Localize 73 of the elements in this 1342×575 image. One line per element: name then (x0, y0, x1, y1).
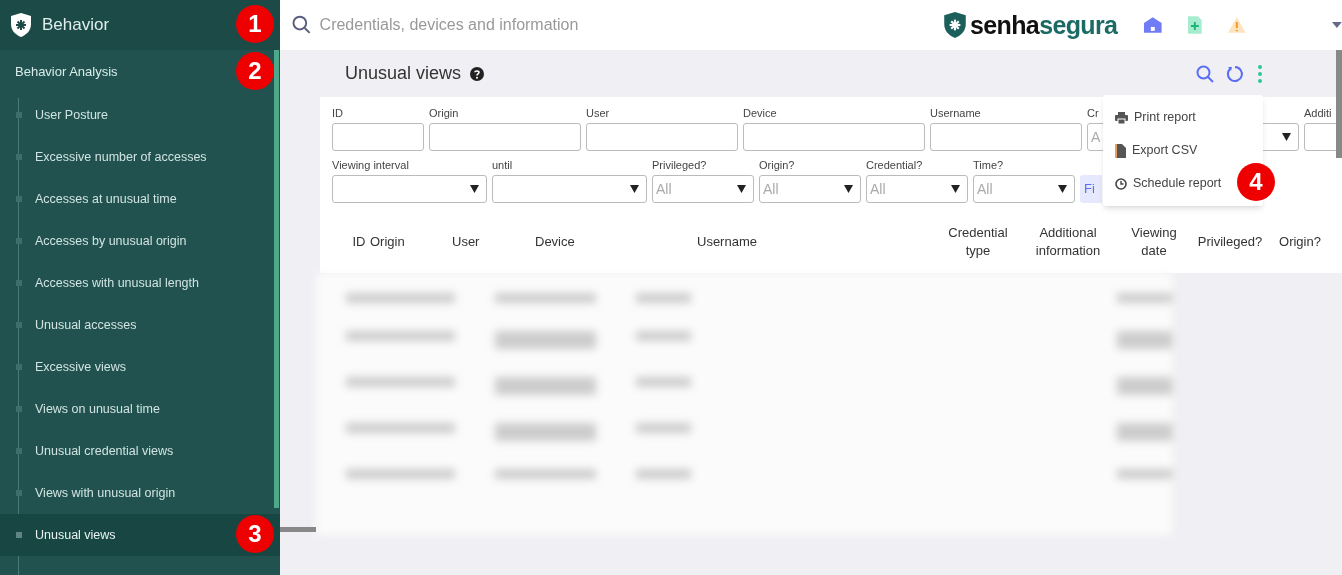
input-field[interactable] (743, 123, 925, 151)
column-header[interactable]: Origin? (1270, 233, 1330, 251)
field-label: Privileged? (652, 158, 707, 172)
sidebar-item[interactable]: Views on unusual time (0, 388, 280, 430)
clock-icon (1115, 177, 1127, 190)
sidebar-item[interactable]: User Posture (0, 94, 280, 136)
app-title: Behavior (42, 14, 110, 37)
add-file-icon[interactable] (1186, 15, 1203, 35)
help-icon[interactable] (470, 66, 485, 81)
field-label: Cr (1087, 106, 1099, 120)
column-header[interactable]: User (452, 233, 535, 251)
file-icon (1115, 143, 1126, 158)
field-label: Username (930, 106, 981, 120)
field-label: ID (332, 106, 343, 120)
caret-icon (1058, 185, 1067, 193)
sidebar-item[interactable]: Excessive number of accesses (0, 136, 280, 178)
caret-icon (470, 185, 479, 193)
sidebar-section[interactable]: Behavior Analysis (15, 62, 118, 82)
caret-icon (844, 185, 853, 193)
field-label: Credential? (866, 158, 923, 172)
warning-icon[interactable] (1226, 16, 1247, 34)
caret-icon (630, 185, 639, 193)
field-label: until (492, 158, 513, 172)
field-label: Time? (973, 158, 1004, 172)
input-field[interactable] (429, 123, 581, 151)
column-header[interactable]: Username (697, 233, 938, 251)
sidebar-item[interactable]: Accesses at unusual time (0, 178, 280, 220)
field-label: Origin (429, 106, 459, 120)
input-field[interactable] (930, 123, 1082, 151)
scrollbar[interactable] (1336, 50, 1342, 158)
column-header[interactable]: Additional information (1018, 224, 1118, 260)
sidebar-item[interactable]: Unusual credential views (0, 430, 280, 472)
more-icon[interactable] (1258, 64, 1262, 83)
caret-icon (737, 185, 746, 193)
shield-icon (10, 12, 32, 38)
input-field[interactable] (586, 123, 738, 151)
search-icon (292, 15, 312, 35)
caret-icon[interactable] (1332, 22, 1342, 28)
search-field[interactable]: Credentials, devices and information (319, 13, 868, 37)
page-title: Unusual views (345, 62, 462, 85)
caret-icon (1282, 133, 1291, 141)
select-field[interactable] (332, 175, 487, 203)
field-label: Additi (1304, 106, 1332, 120)
brand-logo: senhasegura (970, 12, 1118, 38)
search-icon[interactable] (1196, 64, 1214, 83)
printer-icon (1115, 111, 1128, 124)
menu-item[interactable]: Schedule report (1133, 174, 1222, 193)
menu-item[interactable]: Export CSV (1132, 141, 1198, 160)
sidebar-item[interactable]: Unusual accesses (0, 304, 280, 346)
refresh-icon[interactable] (1226, 64, 1244, 83)
field-label: Origin? (759, 158, 795, 172)
field-label: Viewing interval (332, 158, 409, 172)
column-header[interactable]: Privileged? (1190, 233, 1270, 251)
column-header[interactable]: Device (535, 233, 697, 251)
column-header[interactable]: Credential type (938, 224, 1018, 260)
logo-icon (943, 11, 967, 39)
sidebar-item[interactable]: Accesses by unusual origin (0, 220, 280, 262)
scrollbar[interactable] (274, 50, 279, 508)
field-label: Device (743, 106, 777, 120)
column-header[interactable]: ID (348, 233, 370, 251)
column-header[interactable]: Viewing date (1118, 224, 1190, 260)
sidebar-item[interactable]: Accesses with unusual length (0, 262, 280, 304)
input-field[interactable] (332, 123, 424, 151)
menu-item[interactable]: Print report (1134, 108, 1196, 127)
select-field[interactable] (492, 175, 647, 203)
column-header[interactable]: Origin (370, 233, 452, 251)
sidebar-item[interactable]: Excessive views (0, 346, 280, 388)
caret-icon (951, 185, 960, 193)
field-label: User (586, 106, 610, 120)
filter-button[interactable]: Fi (1080, 175, 1102, 203)
home-icon[interactable] (1143, 16, 1163, 34)
scrollbar[interactable] (280, 527, 316, 532)
sidebar-item[interactable]: Views with unusual origin (0, 472, 280, 514)
